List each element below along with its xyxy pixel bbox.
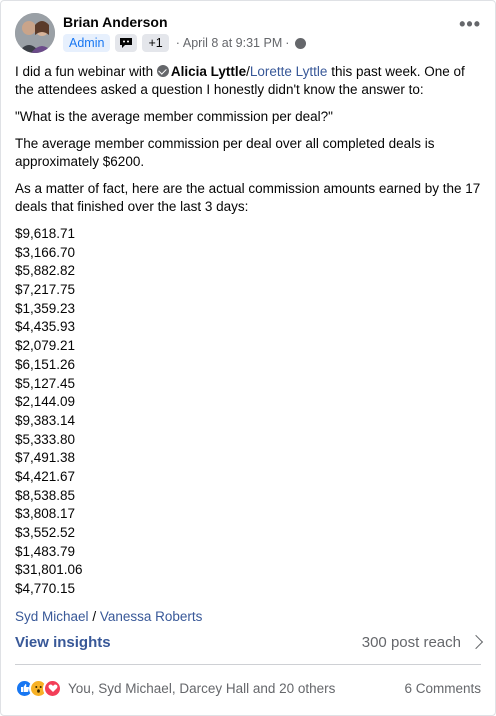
list-item: $5,333.80 [15,431,76,447]
list-item: $3,552.52 [15,525,76,540]
view-insights-link[interactable]: View insights [15,634,111,651]
list-item: $1,359.23 [15,300,76,316]
mention-lorette[interactable]: Lorette Lyttle [250,64,328,79]
list-item: $2,144.09 [15,394,76,410]
post-header: Brian Anderson Admin +1 · April 8 at 9:3… [15,13,481,57]
comments-count[interactable]: 6 Comments [404,681,481,696]
post-reach[interactable]: 300 post reach [361,633,484,651]
mention-alicia-label: Alicia Lyttle [170,64,247,79]
tag-syd-michael[interactable]: Syd Michael [15,609,89,624]
badge-chat-icon[interactable] [115,34,138,52]
post-followup: As a matter of fact, here are the actual… [15,181,481,214]
post-body: I did a fun webinar with Alicia Lyttle / L… [15,63,485,626]
list-item: $9,383.14 [15,412,76,428]
reaction-names: You, Syd Michael, Darcey Hall and 20 oth… [68,680,336,696]
author-avatar[interactable] [15,13,55,53]
post-answer: The average member commission per deal o… [15,136,435,169]
globe-icon [295,37,307,49]
list-item: $7,217.75 [15,282,76,298]
more-options-icon[interactable]: ••• [459,15,481,33]
reaction-icons [15,678,62,698]
reactions-bar: You, Syd Michael, Darcey Hall and 20 oth… [15,677,481,699]
post-meta: Admin +1 · April 8 at 9:31 PM · [63,33,307,53]
list-item: $4,421.67 [15,468,76,484]
list-item: $5,882.82 [15,263,76,279]
post-reach-label: 300 post reach [361,633,461,651]
post-timestamp[interactable]: April 8 at 9:31 PM [183,36,282,50]
list-item: $6,151.26 [15,356,76,372]
divider [15,664,481,665]
chevron-right-icon [468,634,484,650]
list-item: $8,538.85 [15,487,76,503]
tagged-people: Syd Michael / Vanessa Roberts [15,608,485,626]
list-item: $5,127.45 [15,375,76,391]
mention-alicia[interactable]: Alicia Lyttle [156,64,247,79]
admin-badge[interactable]: Admin [63,34,111,52]
insights-row: View insights 300 post reach [15,631,484,653]
tag-separator: / [92,608,97,624]
post-question: "What is the average member commission p… [15,109,333,124]
list-item: $31,801.06 [15,562,83,578]
tag-vanessa-roberts[interactable]: Vanessa Roberts [100,609,203,624]
author-name[interactable]: Brian Anderson [63,14,168,30]
list-item: $9,618.71 [15,226,76,241]
love-reaction-icon [43,678,62,698]
reaction-summary[interactable]: You, Syd Michael, Darcey Hall and 20 oth… [15,678,336,698]
verified-icon [156,65,169,77]
list-item: $1,483.79 [15,543,76,559]
intro-text: I did a fun webinar with [15,64,157,79]
extra-badges-count[interactable]: +1 [142,34,169,52]
list-item: $7,491.38 [15,450,76,466]
meta-dot: · [285,36,290,50]
post-intro: I did a fun webinar with Alicia Lyttle/L… [15,63,485,99]
commission-list: $9,618.71 $3,166.70 $5,882.82 $7,217.75 … [15,225,485,599]
post-card: Brian Anderson Admin +1 · April 8 at 9:3… [0,0,496,716]
list-item: $4,435.93 [15,319,76,335]
list-item: $2,079.21 [15,338,76,354]
list-item: $3,808.17 [15,506,76,522]
list-item: $3,166.70 [15,244,76,260]
meta-dot: · [175,36,180,50]
list-item: $4,770.15 [15,581,76,597]
